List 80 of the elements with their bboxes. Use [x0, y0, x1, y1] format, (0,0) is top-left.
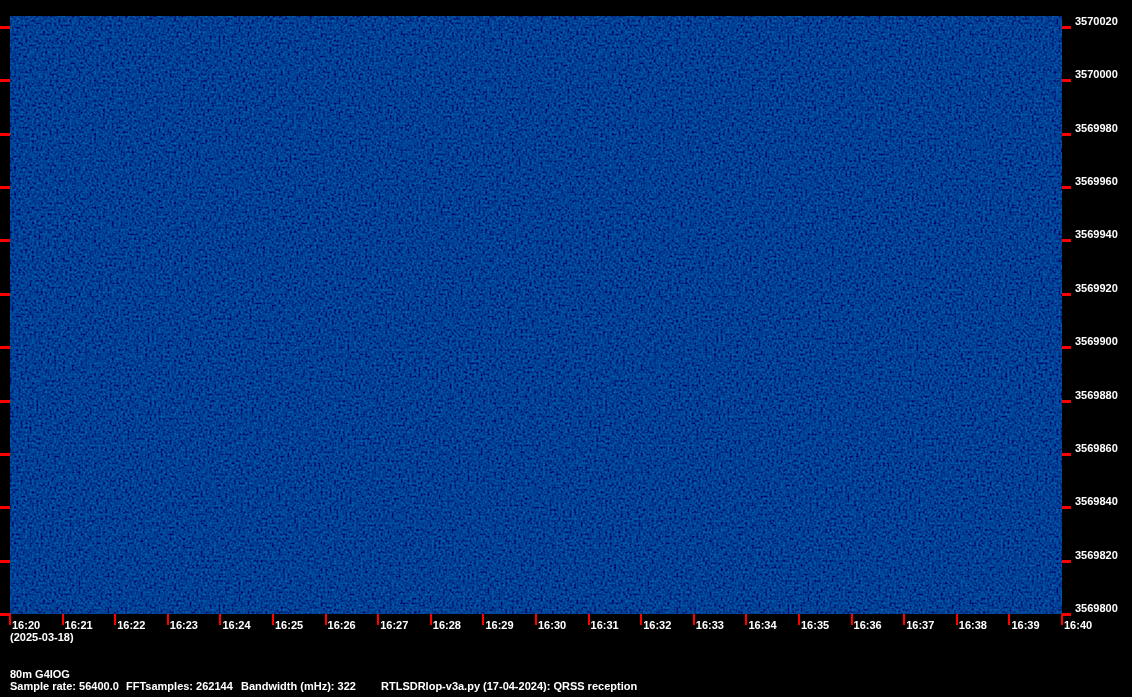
time-label: 16:37 — [906, 618, 935, 632]
axis-tick — [377, 614, 380, 625]
axis-tick — [0, 399, 10, 403]
axis-tick — [1062, 186, 1071, 190]
axis-tick — [1062, 132, 1071, 136]
time-label: 16:28 — [432, 618, 461, 632]
time-label: 16:32 — [643, 618, 672, 632]
date-label: (2025-03-18) — [10, 630, 74, 644]
info-text: RTLSDRlop-v3a.py (17-04-2024): QRSS reception — [381, 679, 638, 693]
axis-tick — [1062, 346, 1071, 350]
time-label: 16:33 — [695, 618, 724, 632]
time-label: 16:22 — [117, 618, 146, 632]
axis-tick — [850, 614, 853, 625]
frequency-label: 3569840 — [1075, 494, 1118, 509]
frequency-label: 3570020 — [1075, 14, 1118, 28]
axis-tick — [587, 614, 590, 625]
axis-tick — [0, 559, 10, 563]
axis-tick — [219, 614, 222, 625]
axis-tick — [0, 452, 10, 456]
axis-tick — [0, 132, 10, 136]
axis-tick — [955, 614, 958, 625]
axis-tick — [114, 614, 117, 625]
frequency-label: 3570000 — [1075, 67, 1118, 82]
time-label: 16:31 — [590, 618, 619, 632]
axis-tick — [1008, 614, 1011, 625]
frequency-label: 3569960 — [1075, 174, 1118, 189]
axis-tick — [482, 614, 485, 625]
axis-tick — [0, 346, 10, 350]
frequency-label: 3569820 — [1075, 547, 1118, 562]
axis-tick — [0, 26, 10, 29]
time-label: 16:39 — [1011, 618, 1040, 632]
axis-tick — [798, 614, 800, 625]
station-label: 80m G4IOG — [10, 668, 70, 680]
time-label: 16:40 — [1064, 618, 1093, 632]
time-label: 16:21 — [64, 618, 93, 632]
info-text: Bandwidth (mHz): 322 — [241, 679, 357, 693]
time-label: 16:26 — [327, 618, 356, 632]
axis-tick — [61, 614, 64, 625]
frequency-label: 3569880 — [1075, 387, 1118, 402]
axis-tick — [272, 614, 274, 625]
time-label: 16:29 — [485, 618, 514, 632]
axis-tick — [535, 614, 537, 625]
axis-tick — [903, 614, 906, 625]
time-label: 16:25 — [275, 618, 304, 632]
frequency-label: 3569980 — [1075, 120, 1118, 135]
time-label: 16:36 — [853, 618, 882, 632]
frequency-label: 3569800 — [1075, 601, 1118, 615]
axis-tick — [0, 506, 10, 510]
axis-tick — [0, 292, 10, 296]
axis-tick — [324, 614, 327, 625]
time-label: 16:30 — [538, 618, 567, 632]
axis-tick — [1062, 292, 1071, 296]
axis-tick — [1062, 559, 1071, 563]
time-label: 16:20 — [12, 618, 41, 632]
axis-tick — [429, 614, 432, 625]
axis-tick — [166, 614, 169, 625]
info-text: Sample rate: 56400.0 — [10, 679, 120, 693]
axis-tick — [0, 239, 10, 243]
axis-tick — [1062, 399, 1071, 403]
time-label: 16:23 — [169, 618, 198, 632]
time-label: 16:38 — [958, 618, 987, 632]
axis-tick — [1062, 239, 1071, 243]
time-label: 16:24 — [222, 618, 251, 632]
info-text: FFTsamples: 262144 — [126, 679, 234, 693]
frequency-label: 3569920 — [1075, 280, 1118, 295]
frequency-label: 3569940 — [1075, 227, 1118, 242]
axis-tick — [640, 614, 643, 625]
frequency-label: 3569860 — [1075, 440, 1118, 455]
frequency-label: 3569900 — [1075, 334, 1118, 349]
axis-tick — [692, 614, 695, 625]
time-label: 16:35 — [801, 618, 830, 632]
time-label: 16:34 — [748, 618, 777, 632]
axis-tick — [0, 79, 10, 83]
time-label: 16:27 — [380, 618, 409, 632]
axis-tick — [1062, 452, 1071, 456]
axis-tick — [1062, 79, 1071, 83]
axis-tick — [1062, 506, 1071, 510]
axis-tick — [745, 614, 748, 625]
axis-tick — [1062, 26, 1071, 29]
axis-tick — [0, 186, 10, 190]
